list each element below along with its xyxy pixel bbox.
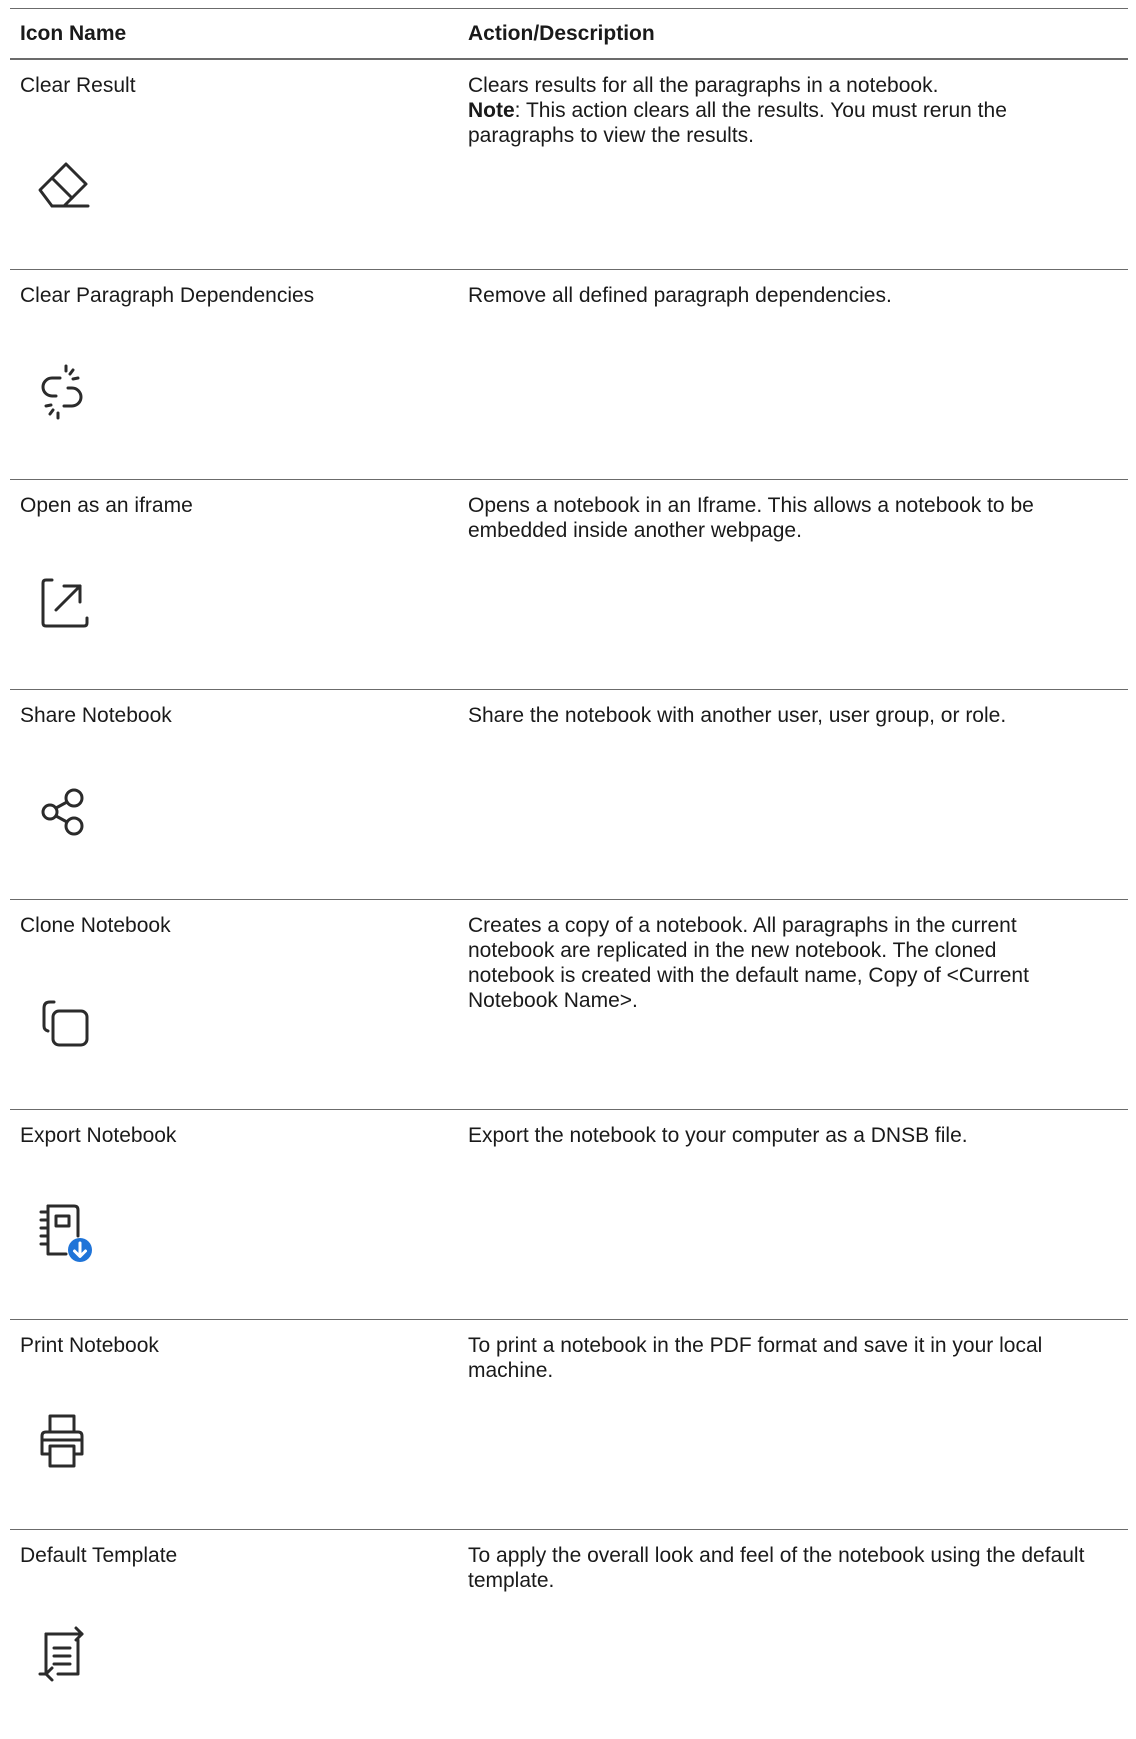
action-description-cell: Share the notebook with another user, us… [458,690,1128,900]
note-label: Note [468,99,515,122]
icon-name-cell: Clear Result [10,59,458,270]
description-text: To apply the overall look and feel of th… [468,1543,1118,1593]
note-line: Note: This action clears all the results… [468,98,1118,148]
icon-name-cell: Export Notebook [10,1110,458,1320]
icon-reference-table: Icon Name Action/Description Clear Resul… [10,8,1128,1739]
header-icon-name: Icon Name [10,9,458,60]
notebook-download-icon [26,1196,98,1268]
action-description-cell: To print a notebook in the PDF format an… [458,1320,1128,1530]
description-text: To print a notebook in the PDF format an… [468,1333,1118,1383]
table-row: Share Notebook [10,690,1128,900]
action-description-cell: Opens a notebook in an Iframe. This allo… [458,480,1128,690]
icon-name-text: Share Notebook [20,703,448,728]
icon-name-text: Clear Result [20,73,448,98]
action-description-cell: Creates a copy of a notebook. All paragr… [458,900,1128,1110]
icon-name-cell: Default Template [10,1530,458,1739]
icon-name-text: Open as an iframe [20,493,448,518]
table-row: Print Notebook To print a [10,1320,1128,1530]
description-text: Opens a notebook in an Iframe. This allo… [468,493,1118,543]
icon-name-text: Export Notebook [20,1123,448,1148]
table-row: Clone Notebook Creates a copy of a noteb… [10,900,1128,1110]
action-description-cell: Remove all defined paragraph dependencie… [458,270,1128,480]
table-header-row: Icon Name Action/Description [10,9,1128,60]
share-icon [26,776,98,848]
note-text: : This action clears all the results. Yo… [468,99,1007,147]
printer-icon [26,1406,98,1478]
icon-name-text: Default Template [20,1543,448,1568]
table-row: Open as an iframe Opens a notebook in an… [10,480,1128,690]
open-external-icon [26,566,98,638]
description-text: Clears results for all the paragraphs in… [468,73,1118,98]
table-row: Export Notebook [10,1110,1128,1320]
broken-link-icon [26,356,98,428]
copy-icon [26,986,98,1058]
icon-name-cell: Open as an iframe [10,480,458,690]
action-description-cell: To apply the overall look and feel of th… [458,1530,1128,1739]
template-swap-icon [26,1616,98,1688]
icon-name-text: Clone Notebook [20,913,448,938]
table-row: Clear Paragraph Dependencies [10,270,1128,480]
description-text: Export the notebook to your computer as … [468,1123,1118,1148]
table-row: Default Template [10,1530,1128,1739]
icon-reference-document: Icon Name Action/Description Clear Resul… [10,8,1128,1739]
description-text: Creates a copy of a notebook. All paragr… [468,913,1118,1013]
action-description-cell: Clears results for all the paragraphs in… [458,59,1128,270]
icon-name-text: Clear Paragraph Dependencies [20,283,448,308]
action-description-cell: Export the notebook to your computer as … [458,1110,1128,1320]
description-text: Remove all defined paragraph dependencie… [468,283,1118,308]
icon-name-text: Print Notebook [20,1333,448,1358]
icon-name-cell: Clear Paragraph Dependencies [10,270,458,480]
eraser-icon [26,146,98,218]
icon-name-cell: Print Notebook [10,1320,458,1530]
icon-name-cell: Clone Notebook [10,900,458,1110]
header-action-description: Action/Description [458,9,1128,60]
table-row: Clear Result Clears results for all the … [10,59,1128,270]
description-text: Share the notebook with another user, us… [468,703,1118,728]
icon-name-cell: Share Notebook [10,690,458,900]
